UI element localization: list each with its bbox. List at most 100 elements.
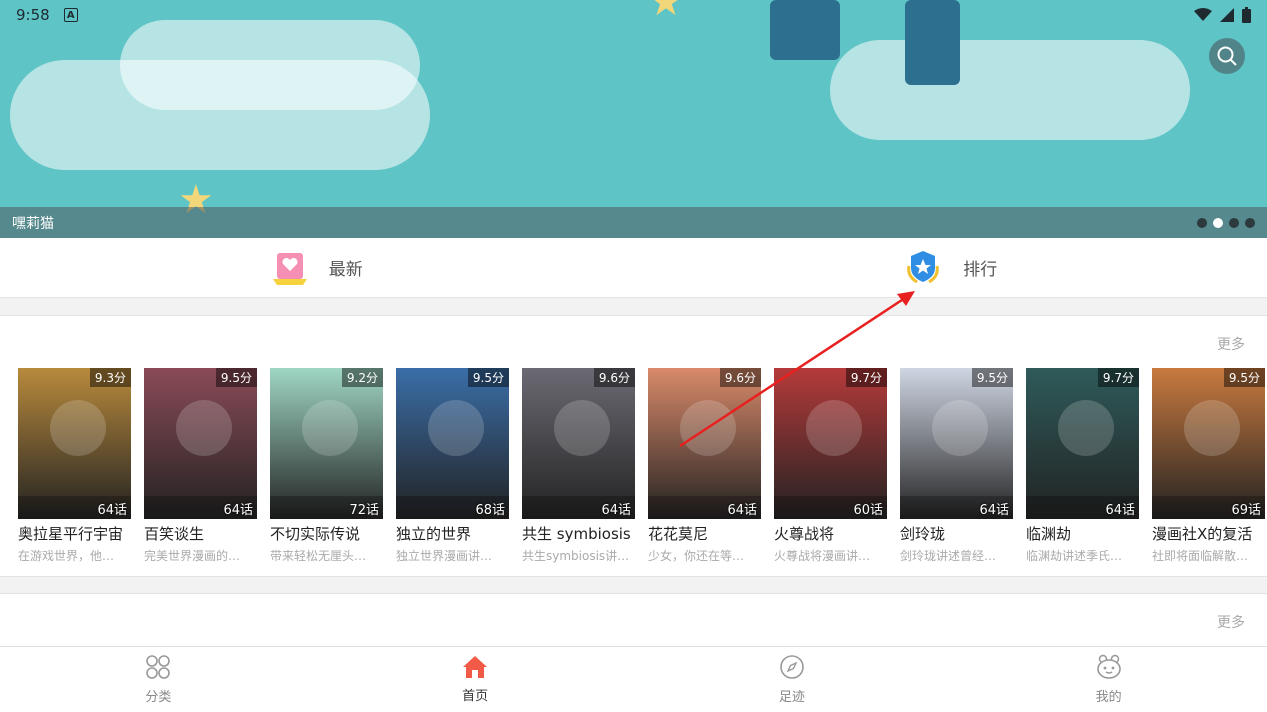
banner-caption-bar: 嘿莉猫 — [0, 207, 1267, 238]
section-more-link[interactable]: 更多 — [1217, 334, 1245, 354]
section-divider — [0, 576, 1267, 594]
carousel-dot[interactable] — [1229, 217, 1239, 228]
comic-cover[interactable]: 9.5分 69话 — [1152, 368, 1265, 519]
comic-card[interactable]: 9.6分 64话花花莫尼少女，你还在等… — [648, 368, 761, 564]
comic-score: 9.3分 — [89, 368, 131, 387]
comic-score: 9.6分 — [719, 368, 761, 387]
comic-cover-art — [396, 368, 509, 519]
banner-caption: 嘿莉猫 — [12, 215, 54, 232]
comic-cover-art — [1026, 368, 1139, 519]
comic-title: 奥拉星平行宇宙 — [18, 525, 124, 543]
carousel-indicator — [1197, 217, 1255, 228]
comic-desc: 火尊战将漫画讲… — [774, 549, 871, 563]
banner-cloud-art — [830, 40, 1190, 140]
comic-cover[interactable]: 9.7分 60话 — [774, 368, 887, 519]
home-icon — [463, 656, 488, 678]
comic-desc: 在游戏世界，他… — [18, 549, 115, 563]
comic-episodes: 64话 — [223, 503, 253, 518]
comic-desc: 剑玲珑讲述曾经… — [900, 549, 997, 563]
comic-cover-art — [1152, 368, 1265, 519]
comic-episodes: 72话 — [349, 503, 379, 518]
quicknav-newest-label: 最新 — [328, 260, 363, 280]
profile-icon — [1096, 654, 1121, 679]
wifi-icon — [1194, 8, 1212, 21]
compass-icon — [780, 655, 804, 679]
comic-cover[interactable]: 9.5分 64话 — [900, 368, 1013, 519]
ranking-shield-icon — [907, 250, 940, 283]
notification-a-icon: A — [63, 8, 78, 22]
comic-desc: 独立世界漫画讲… — [396, 549, 493, 563]
comic-cover-art — [648, 368, 761, 519]
comic-card[interactable]: 9.7分 64话临渊劫临渊劫讲述季氏… — [1026, 368, 1139, 564]
carousel-dot[interactable] — [1197, 217, 1207, 228]
comic-cover[interactable]: 9.6分 64话 — [648, 368, 761, 519]
comic-desc: 社即将面临解散… — [1152, 549, 1249, 563]
comic-score: 9.7分 — [845, 368, 887, 387]
comic-cover-art — [18, 368, 131, 519]
comic-title: 不切实际传说 — [270, 525, 361, 543]
section-more-link[interactable]: 更多 — [1217, 612, 1245, 632]
comic-title: 剑玲珑 — [900, 525, 946, 543]
comic-card[interactable]: 9.5分 64话剑玲珑剑玲珑讲述曾经… — [900, 368, 1013, 564]
search-button[interactable] — [1209, 38, 1245, 74]
comic-episodes: 64话 — [979, 503, 1009, 518]
comic-title: 共生 symbiosis — [522, 525, 631, 543]
comic-score: 9.5分 — [971, 368, 1013, 387]
quicknav-ranking[interactable]: 排行 — [634, 238, 1267, 297]
comic-title: 火尊战将 — [774, 525, 835, 543]
status-bar: 9:58 A — [0, 0, 1267, 30]
tab-home[interactable]: 首页 — [317, 647, 634, 712]
carousel-dot-active[interactable] — [1213, 217, 1223, 228]
comic-cover[interactable]: 9.5分 68话 — [396, 368, 509, 519]
comic-list: 9.3分 64话奥拉星平行宇宙在游戏世界，他… 9.5分 64话百笑谈生完美世界漫画的… — [18, 368, 1267, 568]
tab-category[interactable]: 分类 — [0, 647, 317, 712]
comic-desc: 少女，你还在等… — [648, 549, 745, 563]
comic-card[interactable]: 9.3分 64话奥拉星平行宇宙在游戏世界，他… — [18, 368, 131, 564]
comic-card[interactable]: 9.6分 64话共生 symbiosis 共生symbiosis讲… — [522, 368, 635, 564]
tab-history-label: 足迹 — [778, 690, 805, 705]
banner-cloud-art — [120, 20, 420, 110]
comic-desc: 完美世界漫画的… — [144, 549, 241, 563]
comic-card[interactable]: 9.5分 69话 漫画社X的复活 社即将面临解散… — [1152, 368, 1265, 564]
battery-icon — [1242, 7, 1251, 23]
comic-card[interactable]: 9.5分 68话 独立的世界独立世界漫画讲… — [396, 368, 509, 564]
bottom-nav: 分类 首页 足迹 我的 — [0, 646, 1267, 712]
comic-episodes: 69话 — [1231, 503, 1261, 518]
comic-desc: 临渊劫讲述季氏… — [1026, 549, 1123, 563]
comic-score: 9.5分 — [467, 368, 509, 387]
comic-score: 9.7分 — [1097, 368, 1139, 387]
tab-history[interactable]: 足迹 — [634, 647, 951, 712]
comic-cover-art — [522, 368, 635, 519]
comic-cover[interactable]: 9.6分 64话 — [522, 368, 635, 519]
tab-mine-label: 我的 — [1095, 690, 1122, 705]
banner-carousel[interactable]: ★ ★ 9:58 A 嘿莉猫 — [0, 0, 1267, 238]
comic-title: 临渊劫 — [1026, 525, 1072, 543]
comic-cover[interactable]: 9.2分 72话 — [270, 368, 383, 519]
comic-desc: 共生symbiosis讲… — [522, 549, 630, 563]
comic-score: 9.5分 — [215, 368, 257, 387]
signal-icon — [1220, 8, 1234, 22]
tab-home-label: 首页 — [462, 689, 489, 704]
comic-title: 独立的世界 — [396, 525, 472, 543]
quicknav-newest[interactable]: 最新 — [0, 238, 634, 297]
tab-category-label: 分类 — [145, 690, 172, 705]
comic-card[interactable]: 9.2分 72话 不切实际传说 带来轻松无厘头… — [270, 368, 383, 564]
comic-cover[interactable]: 9.7分 64话 — [1026, 368, 1139, 519]
comic-card[interactable]: 9.5分 64话百笑谈生完美世界漫画的… — [144, 368, 257, 564]
comic-episodes: 68话 — [475, 503, 505, 518]
comic-cover-art — [774, 368, 887, 519]
comic-episodes: 64话 — [97, 503, 127, 518]
comic-title: 花花莫尼 — [648, 525, 709, 543]
comic-cover-art — [270, 368, 383, 519]
carousel-dot[interactable] — [1245, 217, 1255, 228]
comic-card[interactable]: 9.7分 60话火尊战将火尊战将漫画讲… — [774, 368, 887, 564]
search-icon — [1217, 46, 1237, 66]
comic-cover[interactable]: 9.5分 64话 — [144, 368, 257, 519]
quick-nav: 最新 排行 — [0, 238, 1267, 298]
comic-score: 9.2分 — [341, 368, 383, 387]
comic-score: 9.6分 — [593, 368, 635, 387]
section-divider — [0, 298, 1267, 316]
comic-cover[interactable]: 9.3分 64话 — [18, 368, 131, 519]
tab-mine[interactable]: 我的 — [950, 647, 1267, 712]
comic-title: 百笑谈生 — [144, 525, 205, 543]
